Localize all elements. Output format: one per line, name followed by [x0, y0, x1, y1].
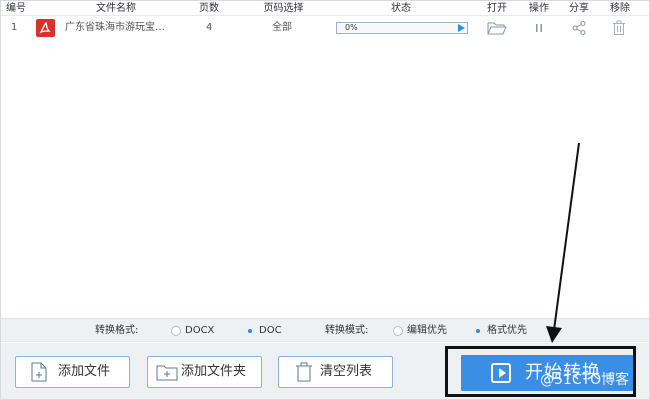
pause-icon[interactable] — [533, 20, 545, 39]
clear-list-icon — [295, 362, 313, 385]
header-share: 分享 — [569, 3, 589, 14]
pdf-icon — [36, 19, 55, 37]
option-doc[interactable]: DOC — [259, 319, 282, 343]
table-header: 编号 文件名称 页数 页码选择 状态 打开 操作 分享 移除 — [1, 1, 649, 16]
play-icon — [491, 363, 511, 383]
radio-doc[interactable] — [245, 326, 255, 336]
conversion-options-bar: 转换格式: DOCX DOC 转换模式: 编辑优先 格式优先 — [1, 318, 649, 342]
header-pages: 页数 — [199, 3, 219, 14]
header-operate: 操作 — [529, 3, 549, 14]
radio-docx[interactable] — [171, 326, 181, 336]
trash-icon[interactable] — [612, 20, 626, 39]
option-docx[interactable]: DOCX — [185, 319, 214, 343]
add-folder-label: 添加文件夹 — [181, 364, 247, 379]
option-format-priority[interactable]: 格式优先 — [487, 319, 527, 343]
watermark: @51CTO博客 — [540, 372, 630, 388]
header-index: 编号 — [6, 3, 26, 14]
radio-format-priority[interactable] — [473, 326, 483, 336]
add-file-icon — [30, 362, 48, 385]
clear-list-button[interactable]: 清空列表 — [278, 356, 393, 388]
header-remove: 移除 — [610, 3, 630, 14]
add-file-button[interactable]: 添加文件 — [15, 356, 130, 388]
mode-label: 转换模式: — [325, 325, 369, 336]
add-file-label: 添加文件 — [58, 364, 111, 379]
progress-bar: 0% — [336, 22, 468, 34]
row-index: 1 — [11, 22, 18, 33]
header-open: 打开 — [487, 3, 507, 14]
header-filename: 文件名称 — [96, 3, 136, 14]
header-page-select: 页码选择 — [263, 3, 304, 14]
add-folder-button[interactable]: 添加文件夹 — [147, 356, 262, 388]
option-edit-priority[interactable]: 编辑优先 — [407, 319, 447, 343]
format-label: 转换格式: — [95, 325, 139, 336]
play-icon — [458, 24, 465, 32]
radio-edit-priority[interactable] — [393, 326, 403, 336]
clear-list-label: 清空列表 — [320, 364, 373, 379]
header-status: 状态 — [391, 3, 411, 14]
share-icon[interactable] — [571, 20, 587, 39]
table-row[interactable]: 1 广东省珠海市游玩宝… 4 全部 0% — [1, 17, 649, 39]
row-filename[interactable]: 广东省珠海市游玩宝… — [65, 17, 165, 39]
row-page-select[interactable]: 全部 — [272, 17, 292, 39]
add-folder-icon — [156, 362, 178, 385]
progress-text: 0% — [345, 23, 358, 32]
folder-open-icon[interactable] — [487, 20, 507, 39]
row-pages: 4 — [206, 22, 213, 33]
